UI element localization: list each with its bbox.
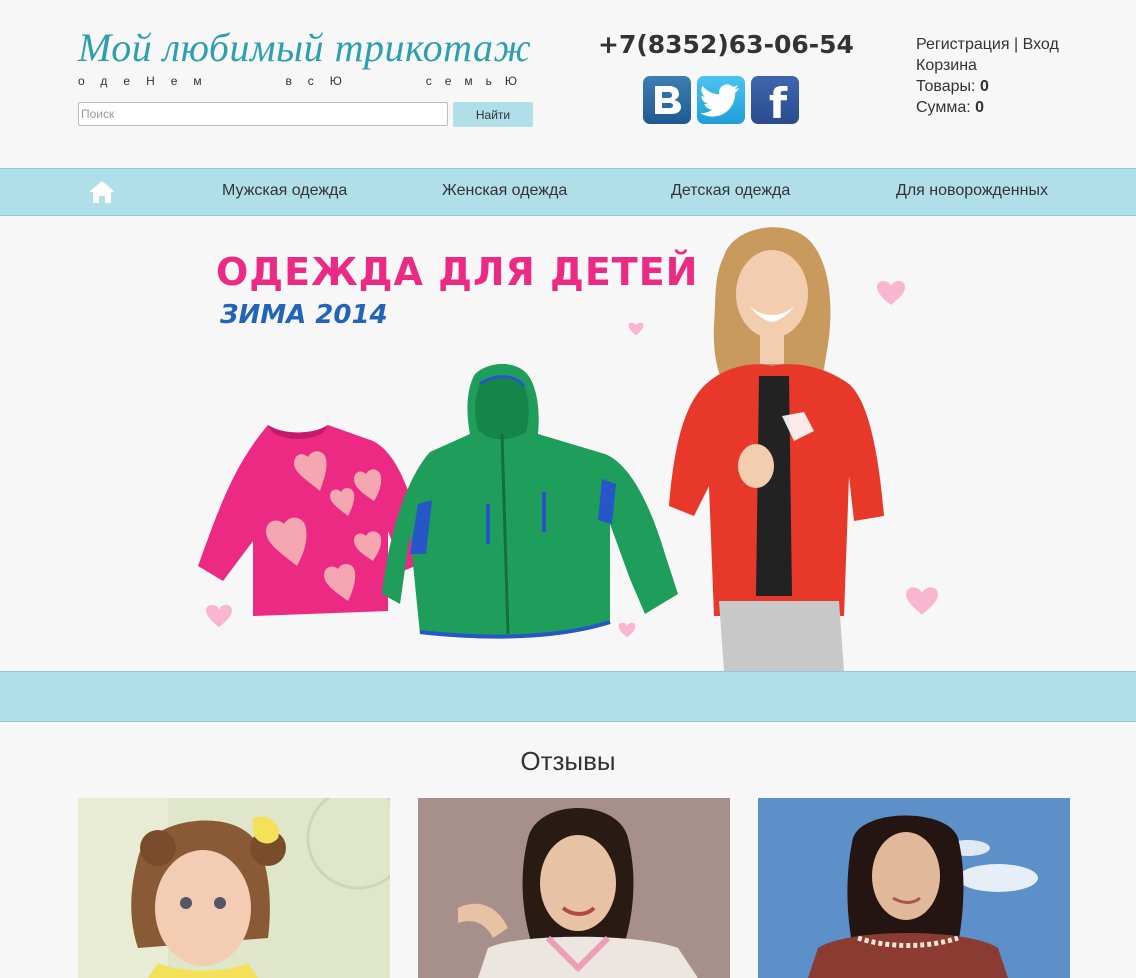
review-photo-girl (758, 798, 1070, 978)
banner-subtitle: ЗИМА 2014 (220, 300, 388, 330)
home-icon[interactable] (88, 180, 116, 204)
logo-tagline: одеНем всЮ семьЮ (78, 74, 530, 88)
search-input[interactable] (78, 102, 448, 126)
banner-title: ОДЕЖДА ДЛЯ ДЕТЕЙ (216, 250, 699, 294)
reviews-title: Отзывы (520, 746, 616, 776)
green-jacket-image (382, 364, 678, 639)
review-card[interactable] (78, 798, 390, 978)
search-button[interactable]: Найти (453, 102, 533, 127)
twitter-icon[interactable] (697, 76, 745, 124)
main-nav: Мужская одежда Женская одежда Детская од… (0, 168, 1136, 216)
cart-items: Товары: 0 (916, 76, 1059, 97)
cart-link[interactable]: Корзина (916, 57, 977, 74)
review-photo-woman (418, 798, 730, 978)
nav-item-women[interactable]: Женская одежда (442, 182, 567, 200)
promo-banner[interactable]: ОДЕЖДА ДЛЯ ДЕТЕЙ ЗИМА 2014 (0, 216, 1136, 671)
review-card[interactable] (758, 798, 1070, 978)
site-header: Мой любимый трикотаж одеНем всЮ семьЮ На… (0, 0, 1136, 168)
nav-item-kids[interactable]: Детская одежда (671, 182, 790, 200)
twitter-glyph (701, 84, 739, 117)
review-card[interactable] (418, 798, 730, 978)
review-photo-child (78, 798, 390, 978)
login-link[interactable]: Вход (1023, 36, 1059, 53)
phone-number: +7(8352)63-06-54 (598, 30, 854, 59)
heart-icon (906, 587, 938, 615)
nav-item-men[interactable]: Мужская одежда (222, 182, 347, 200)
auth-separator: | (1013, 36, 1019, 53)
heart-icon (628, 322, 644, 336)
cart-sum: Сумма: 0 (916, 97, 1059, 118)
account-box: Регистрация | Вход Корзина Товары: 0 Сум… (916, 34, 1059, 118)
auth-links: Регистрация | Вход (916, 34, 1059, 55)
site-logo[interactable]: Мой любимый трикотаж (78, 24, 531, 71)
cart-items-value: 0 (979, 78, 989, 95)
cart-items-label: Товары: (916, 78, 976, 95)
vk-glyph (655, 86, 681, 114)
vk-icon[interactable] (643, 76, 691, 124)
tagline-word: всЮ (285, 74, 358, 88)
facebook-icon[interactable]: f (751, 76, 799, 124)
register-link[interactable]: Регистрация (916, 36, 1010, 53)
cart-sum-value: 0 (975, 99, 985, 116)
tagline-word: семьЮ (425, 74, 530, 88)
social-links: f (643, 76, 799, 124)
cart-sum-label: Сумма: (916, 99, 971, 116)
tagline-word: одеНем (78, 74, 218, 88)
nav-item-newborn[interactable]: Для новорожденных (896, 182, 1048, 200)
home-glyph (89, 181, 115, 203)
facebook-glyph: f (768, 78, 788, 125)
banner-pager-strip (0, 671, 1136, 722)
girl-model-image (669, 227, 884, 671)
